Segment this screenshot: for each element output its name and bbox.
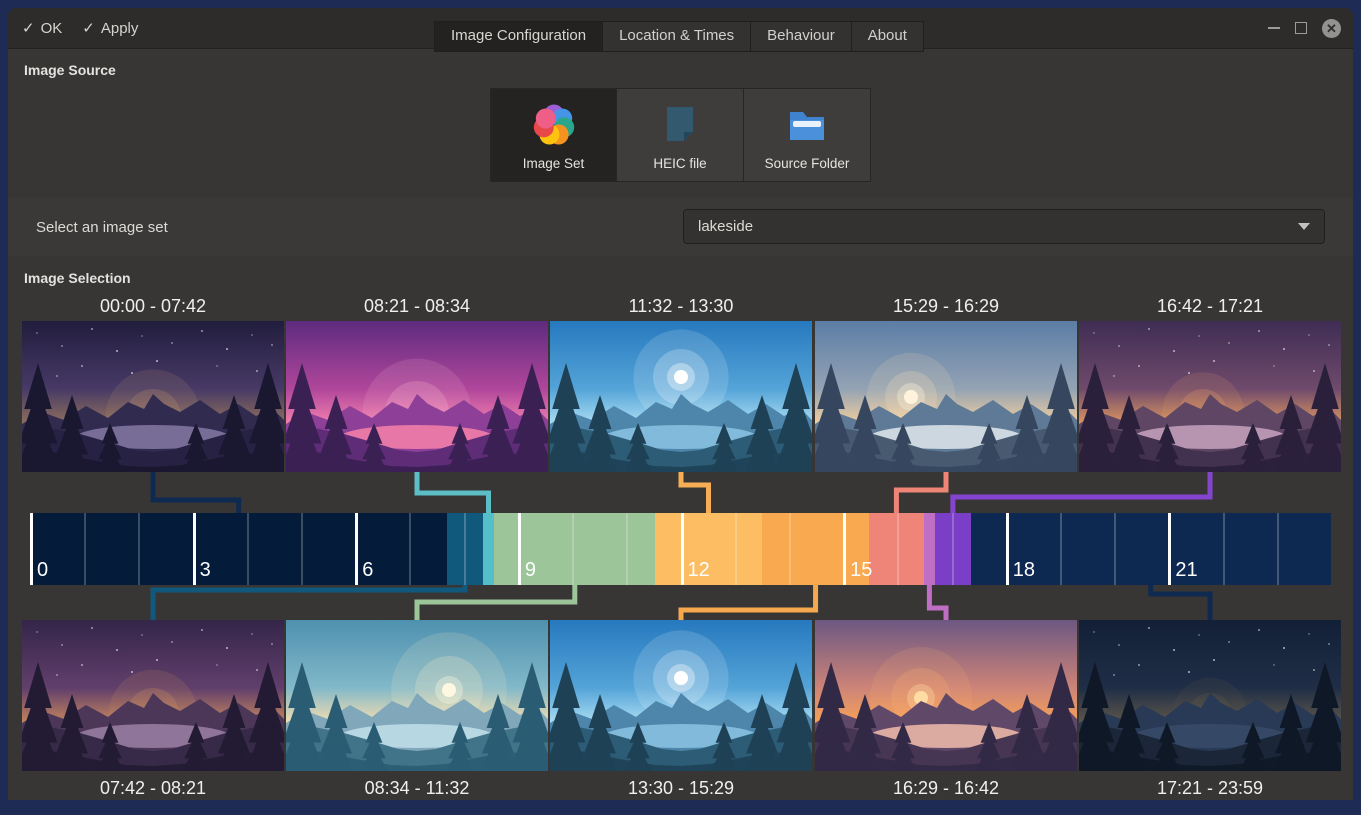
hour-label: 15 xyxy=(850,559,872,582)
heic-file-icon xyxy=(656,100,704,148)
titlebar: ✓ OK ✓ Apply Image Configuration Location … xyxy=(8,8,1353,49)
time-range-label: 13:30 - 15:29 xyxy=(550,778,812,799)
check-icon: ✓ xyxy=(82,19,95,37)
chevron-down-icon xyxy=(1298,223,1310,230)
timeline-bar[interactable]: 0 3 6 9 12 15 18 21 xyxy=(30,513,1331,585)
minimize-icon[interactable] xyxy=(1268,27,1280,29)
image-set-button[interactable]: Image Set xyxy=(490,88,617,182)
time-range-label: 17:21 - 23:59 xyxy=(1079,778,1341,799)
wallpaper-thumbnail[interactable] xyxy=(1079,620,1341,771)
wallpaper-thumbnail[interactable] xyxy=(815,620,1077,771)
hour-label: 18 xyxy=(1013,559,1035,582)
apply-label: Apply xyxy=(101,20,139,37)
source-folder-label: Source Folder xyxy=(765,156,850,171)
heic-file-label: HEIC file xyxy=(653,156,706,171)
wallpaper-thumbnail[interactable] xyxy=(22,620,284,771)
close-icon[interactable]: ✕ xyxy=(1322,19,1341,38)
heic-file-button[interactable]: HEIC file xyxy=(617,88,744,182)
image-set-icon xyxy=(530,100,578,148)
maximize-icon[interactable] xyxy=(1295,22,1307,34)
ok-label: OK xyxy=(41,20,63,37)
time-range-label: 15:29 - 16:29 xyxy=(815,296,1077,317)
image-set-label: Image Set xyxy=(523,156,585,171)
wallpaper-thumbnail[interactable] xyxy=(22,321,284,472)
hour-label: 12 xyxy=(688,559,710,582)
hour-label: 21 xyxy=(1175,559,1197,582)
source-folder-button[interactable]: Source Folder xyxy=(744,88,871,182)
check-icon: ✓ xyxy=(22,19,35,37)
wallpaper-thumbnail[interactable] xyxy=(1079,321,1341,472)
hour-label: 9 xyxy=(525,559,536,582)
tab-image-configuration[interactable]: Image Configuration xyxy=(434,21,603,52)
time-range-label: 07:42 - 08:21 xyxy=(22,778,284,799)
ok-button[interactable]: ✓ OK xyxy=(22,19,62,37)
wallpaper-thumbnail[interactable] xyxy=(550,620,812,771)
time-range-label: 00:00 - 07:42 xyxy=(22,296,284,317)
tab-about[interactable]: About xyxy=(852,21,924,52)
wallpaper-thumbnail[interactable] xyxy=(286,321,548,472)
apply-button[interactable]: ✓ Apply xyxy=(82,19,138,37)
select-image-set-label: Select an image set xyxy=(36,198,168,256)
tab-location-times[interactable]: Location & Times xyxy=(603,21,751,52)
time-range-label: 08:21 - 08:34 xyxy=(286,296,548,317)
source-folder-icon xyxy=(783,100,831,148)
tab-bar: Image Configuration Location & Times Beh… xyxy=(434,21,924,52)
hour-label: 0 xyxy=(37,559,48,582)
wallpaper-thumbnail[interactable] xyxy=(815,321,1077,472)
time-range-label: 16:42 - 17:21 xyxy=(1079,296,1341,317)
image-source-heading: Image Source xyxy=(24,62,116,78)
tab-behaviour[interactable]: Behaviour xyxy=(751,21,852,52)
image-set-dropdown[interactable]: lakeside xyxy=(683,209,1325,244)
wallpaper-thumbnail[interactable] xyxy=(286,620,548,771)
time-range-label: 08:34 - 11:32 xyxy=(286,778,548,799)
hour-label: 3 xyxy=(200,559,211,582)
time-range-label: 16:29 - 16:42 xyxy=(815,778,1077,799)
image-set-select-row: Select an image set lakeside xyxy=(8,198,1353,256)
selected-image-set: lakeside xyxy=(698,218,1298,235)
time-range-label: 11:32 - 13:30 xyxy=(550,296,812,317)
source-type-group: Image Set HEIC file Source Folder xyxy=(490,88,871,182)
image-selection-heading: Image Selection xyxy=(24,270,131,286)
wallpaper-thumbnail[interactable] xyxy=(550,321,812,472)
hour-label: 6 xyxy=(362,559,373,582)
